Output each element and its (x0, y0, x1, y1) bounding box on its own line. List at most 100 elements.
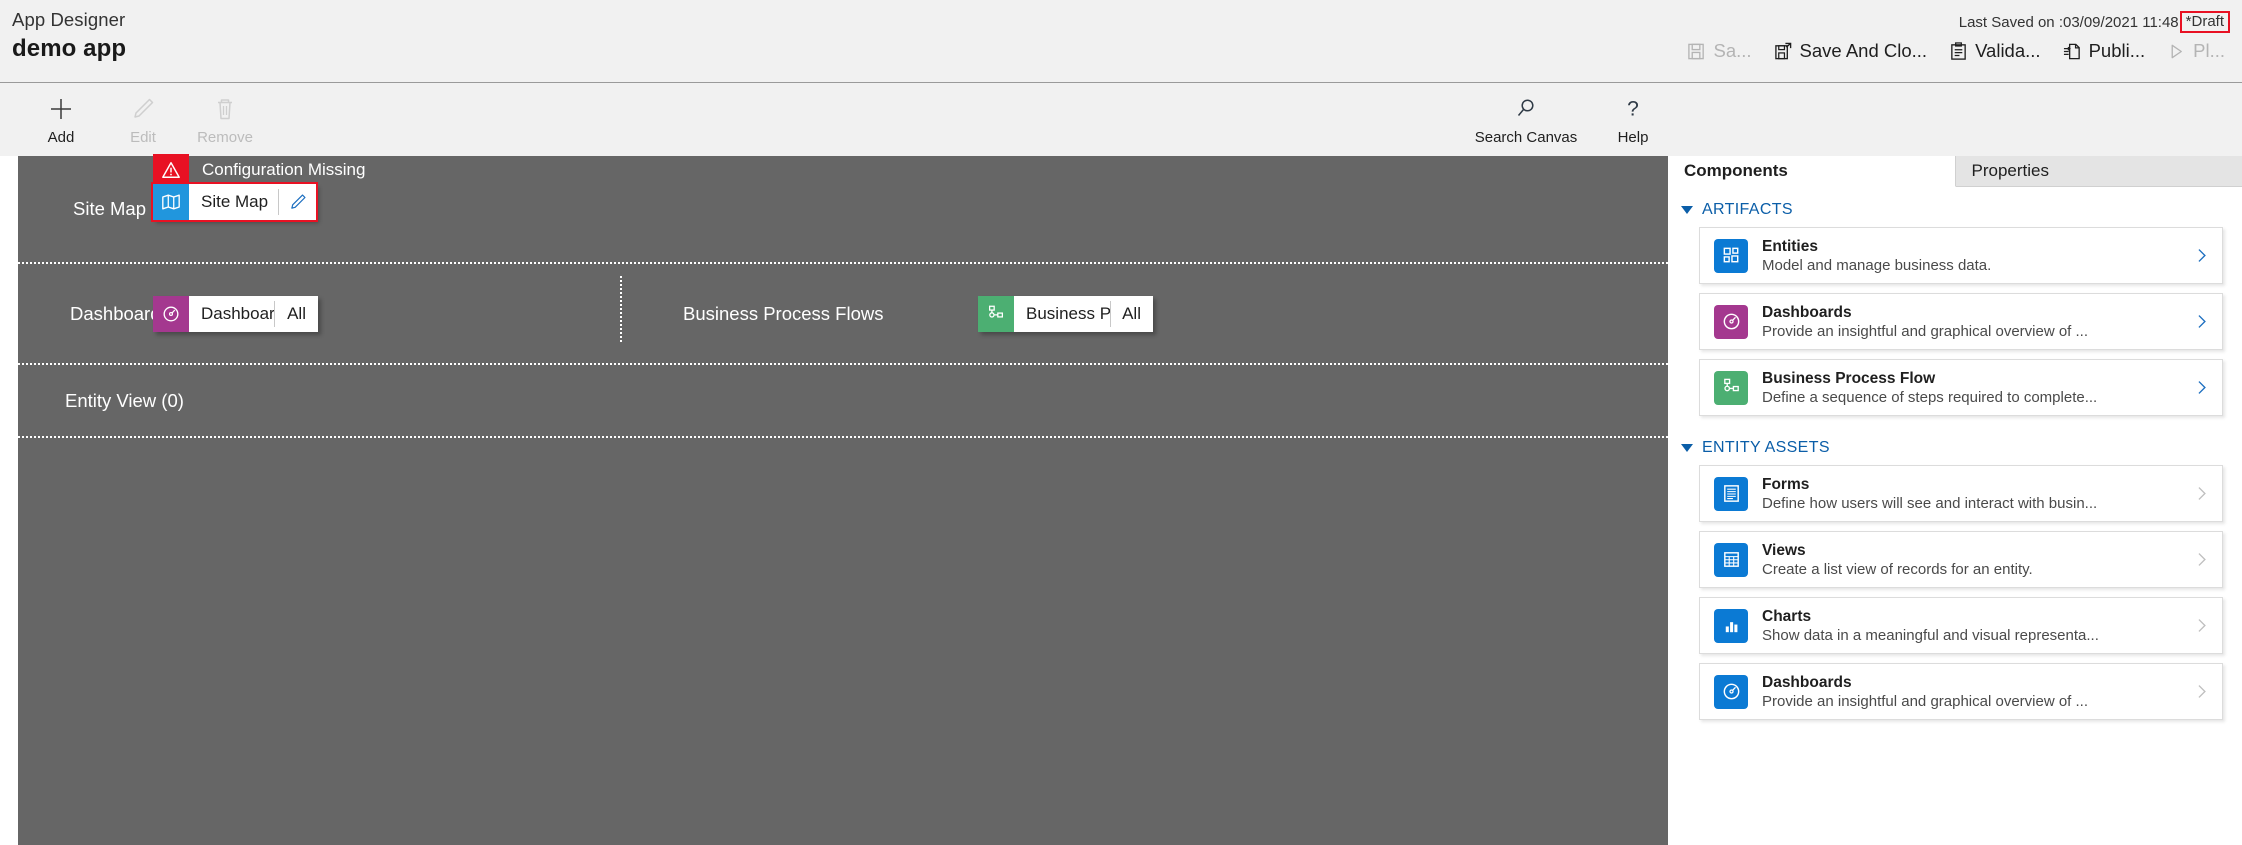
save-and-close-button[interactable]: Save And Clo... (1763, 36, 1939, 66)
plus-icon (48, 94, 74, 124)
bpf-tile[interactable]: Business Proces... All (978, 296, 1153, 332)
chevron-right-icon[interactable] (2190, 551, 2212, 568)
edit-button[interactable]: Edit (102, 88, 184, 146)
card-entities[interactable]: Entities Model and manage business data. (1699, 227, 2223, 284)
canvas-surface: Site Map Configuration Missing Site Map … (18, 154, 1668, 845)
group-header-entity-assets[interactable]: ENTITY ASSETS (1668, 425, 2242, 461)
card-title: Charts (1762, 607, 1812, 625)
search-canvas-button[interactable]: Search Canvas (1460, 88, 1592, 146)
publish-button[interactable]: Publi... (2052, 36, 2157, 66)
bpf-row-label: Business Process Flows (683, 302, 884, 324)
card-title: Entities (1762, 237, 1818, 255)
canvas-empty-area (18, 438, 1668, 843)
add-label: Add (47, 129, 75, 146)
card-views[interactable]: Views Create a list view of records for … (1699, 531, 2223, 588)
validate-button[interactable]: Valida... (1938, 36, 2051, 66)
ribbon-right-group: Search Canvas ? Help (1460, 88, 1674, 147)
play-button[interactable]: Pl... (2156, 36, 2236, 66)
canvas-column-divider (620, 276, 622, 342)
app-designer-window: App Designer demo app Last Saved on :03/… (0, 0, 2242, 845)
canvas-row-entity-view: Entity View (0) (18, 365, 1668, 438)
save-icon (1687, 42, 1706, 61)
remove-button[interactable]: Remove (184, 88, 266, 146)
header-bar: App Designer demo app Last Saved on :03/… (0, 0, 2242, 83)
status-badge: *Draft (2179, 11, 2230, 33)
command-bar: Sa... Save And Clo... Valida... Publi...… (1676, 36, 2236, 66)
save-and-close-label: Save And Clo... (1799, 40, 1928, 61)
chevron-right-icon[interactable] (2190, 683, 2212, 700)
card-business-process-flow[interactable]: Business Process Flow Define a sequence … (1699, 359, 2223, 416)
group-title-artifacts: ARTIFACTS (1702, 201, 1793, 218)
search-icon (1513, 94, 1539, 124)
trash-icon (212, 94, 238, 124)
card-forms[interactable]: Forms Define how users will see and inte… (1699, 465, 2223, 522)
dashboard-gauge-icon (153, 296, 189, 332)
page-title: demo app (12, 35, 127, 62)
pencil-icon (130, 94, 156, 124)
chevron-right-icon[interactable] (2190, 313, 2212, 330)
ribbon-left-group: Add Edit Remove (20, 88, 266, 146)
configuration-missing-text: Configuration Missing (202, 160, 366, 179)
card-text: Forms Define how users will see and inte… (1748, 475, 2190, 513)
validate-label: Valida... (1975, 40, 2041, 61)
search-canvas-label: Search Canvas (1474, 129, 1578, 146)
right-panel-tabs: Components Properties (1668, 156, 2242, 187)
chevron-right-icon[interactable] (2190, 247, 2212, 264)
bpf-tile-scope: All (1122, 304, 1141, 323)
sitemap-selection-highlight (151, 182, 318, 222)
card-title: Business Process Flow (1762, 369, 1936, 387)
card-dashboards-artifact[interactable]: Dashboards Provide an insightful and gra… (1699, 293, 2223, 350)
card-text: Views Create a list view of records for … (1748, 541, 2190, 579)
publish-label: Publi... (2088, 40, 2146, 61)
help-button[interactable]: ? Help (1592, 88, 1674, 147)
ribbon-toolbar: Add Edit Remove Search Canvas ? Help (0, 84, 2242, 156)
entities-icon (1714, 238, 1748, 273)
process-flow-icon (1714, 370, 1748, 405)
dashboard-gauge-icon (1714, 674, 1748, 709)
group-header-artifacts[interactable]: ARTIFACTS (1668, 187, 2242, 223)
card-title: Dashboards (1762, 673, 1852, 691)
card-subtitle: Create a list view of records for an ent… (1762, 560, 2033, 578)
card-subtitle: Define a sequence of steps required to c… (1762, 388, 2098, 406)
card-text: Dashboards Provide an insightful and gra… (1748, 303, 2190, 341)
forms-icon (1714, 476, 1748, 511)
save-button[interactable]: Sa... (1676, 36, 1762, 66)
remove-label: Remove (197, 129, 253, 146)
help-label: Help (1617, 129, 1649, 146)
tab-properties[interactable]: Properties (1955, 156, 2242, 187)
validate-icon (1949, 41, 1968, 61)
card-charts[interactable]: Charts Show data in a meaningful and vis… (1699, 597, 2223, 654)
dashboards-tile[interactable]: Dashboards All (153, 296, 318, 332)
play-icon (2167, 42, 2186, 61)
bpf-tile-name: Business Proces... (1026, 304, 1110, 323)
sitemap-row-label: Site Map (73, 198, 147, 219)
publish-icon (2063, 42, 2082, 61)
card-subtitle: Model and manage business data. (1762, 256, 1992, 274)
svg-text:?: ? (1627, 98, 1639, 121)
card-title: Forms (1762, 475, 1810, 493)
question-icon: ? (1620, 94, 1646, 124)
entity-assets-card-list: Forms Define how users will see and inte… (1668, 461, 2242, 720)
dashboard-gauge-icon (1714, 304, 1748, 339)
card-dashboards-entity-asset[interactable]: Dashboards Provide an insightful and gra… (1699, 663, 2223, 720)
card-text: Dashboards Provide an insightful and gra… (1748, 673, 2190, 711)
tab-properties-label: Properties (1971, 161, 2049, 180)
tab-components-label: Components (1684, 161, 1788, 180)
card-title: Dashboards (1762, 303, 1852, 321)
group-title-entity-assets: ENTITY ASSETS (1702, 439, 1830, 456)
save-and-close-icon (1774, 42, 1793, 61)
right-panel: Components Properties ARTIFACTS Entities… (1668, 156, 2242, 845)
add-button[interactable]: Add (20, 88, 102, 146)
tab-components[interactable]: Components (1668, 156, 1956, 187)
canvas-row-dashboards: Dashboards Dashboards All (18, 264, 1668, 365)
chevron-right-icon[interactable] (2190, 379, 2212, 396)
card-text: Entities Model and manage business data. (1748, 237, 2190, 275)
card-title: Views (1762, 541, 1806, 559)
chevron-right-icon[interactable] (2190, 617, 2212, 634)
dashboards-tile-name: Dashboards (201, 304, 275, 323)
card-subtitle: Provide an insightful and graphical over… (1762, 692, 2089, 710)
save-label: Sa... (1713, 40, 1752, 61)
edit-label: Edit (130, 129, 156, 146)
chevron-right-icon[interactable] (2190, 485, 2212, 502)
last-saved-text: Last Saved on :03/09/2021 11:48 (1958, 13, 2179, 31)
